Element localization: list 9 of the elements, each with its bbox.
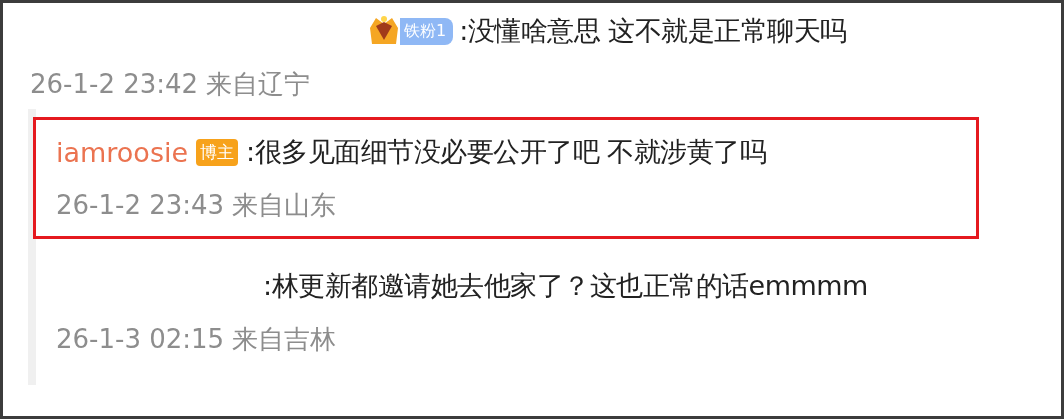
fan-level-badge: 铁粉1 [400, 17, 454, 45]
comment-meta: 26-1-2 23:42 来自辽宁 [30, 67, 312, 101]
author-badge: 博主 [196, 138, 239, 166]
reply-meta: 26-1-3 02:15 来自吉林 [56, 322, 338, 356]
reply-text: :林更新都邀请她去他家了？这也正常的话emmmm [263, 269, 868, 303]
comment-text: :没懂啥意思 这不就是正常聊天吗 [459, 14, 847, 48]
username-link[interactable]: iamroosie [56, 136, 189, 168]
reply-text: :很多见面细节没必要公开了吧 不就涉黄了吗 [246, 135, 767, 169]
reply-meta: 26-1-2 23:43 来自山东 [56, 188, 338, 222]
